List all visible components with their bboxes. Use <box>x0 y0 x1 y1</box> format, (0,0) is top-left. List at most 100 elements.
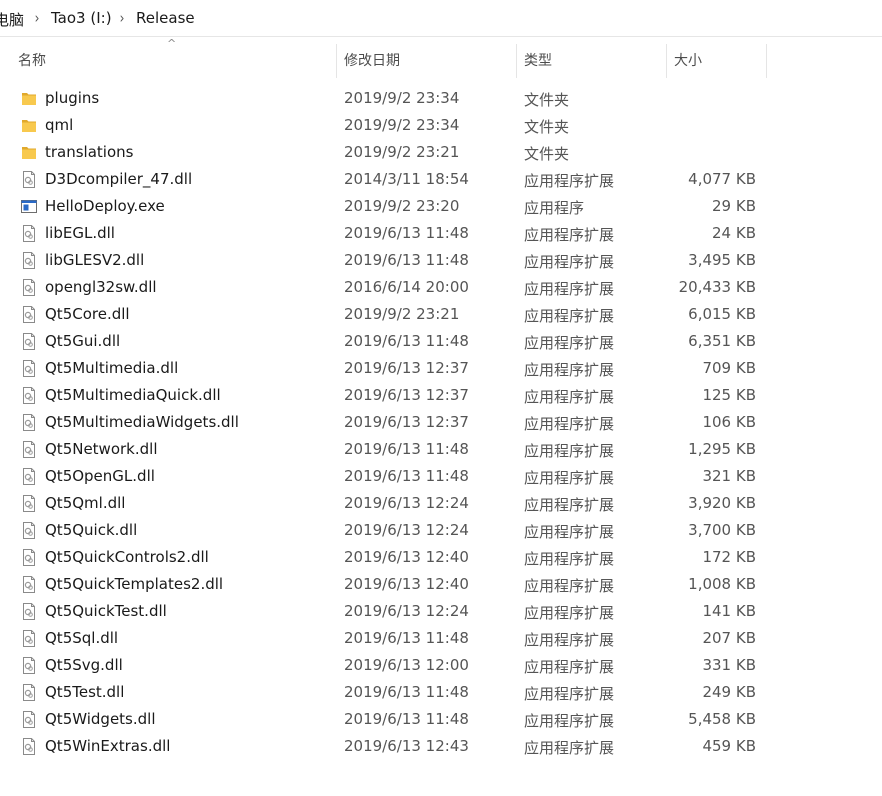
file-size: 459 KB <box>702 737 756 755</box>
file-name: HelloDeploy.exe <box>45 197 165 215</box>
file-row[interactable]: Qt5QuickTest.dll 2019/6/13 12:24 应用程序扩展 141… <box>0 598 882 625</box>
file-row[interactable]: libGLESV2.dll 2019/6/13 11:48 应用程序扩展 3,495 … <box>0 247 882 274</box>
file-name: plugins <box>45 89 100 107</box>
file-row[interactable]: Qt5MultimediaWidgets.dll 2019/6/13 12:37 应… <box>0 409 882 436</box>
file-row[interactable]: Qt5Core.dll 2019/9/2 23:21 应用程序扩展 6,015 KB <box>0 301 882 328</box>
file-row[interactable]: Qt5WinExtras.dll 2019/6/13 12:43 应用程序扩展 459… <box>0 733 882 760</box>
file-date: 2019/6/13 11:48 <box>344 710 469 728</box>
column-header-size[interactable]: 大小 <box>666 44 766 78</box>
file-row[interactable]: Qt5Widgets.dll 2019/6/13 11:48 应用程序扩展 5,458… <box>0 706 882 733</box>
dll-file-icon <box>21 549 37 566</box>
file-name: D3Dcompiler_47.dll <box>45 170 193 188</box>
file-size: 125 KB <box>702 386 756 404</box>
dll-file-icon <box>21 171 37 188</box>
file-size: 3,495 KB <box>688 251 756 269</box>
column-header-date[interactable]: 修改日期 <box>336 44 516 78</box>
file-date: 2019/6/13 11:48 <box>344 332 469 350</box>
file-type: 文件夹 <box>524 145 570 163</box>
dll-file-icon <box>21 684 37 701</box>
file-type: 应用程序扩展 <box>524 388 615 406</box>
file-type: 应用程序扩展 <box>524 739 615 757</box>
file-type: 应用程序扩展 <box>524 469 615 487</box>
file-date: 2019/6/13 12:37 <box>344 413 469 431</box>
file-row[interactable]: D3Dcompiler_47.dll 2014/3/11 18:54 应用程序扩展 4… <box>0 166 882 193</box>
file-type: 应用程序扩展 <box>524 334 615 352</box>
file-name: Qt5Gui.dll <box>45 332 121 350</box>
dll-file-icon <box>21 333 37 350</box>
file-row[interactable]: Qt5Svg.dll 2019/6/13 12:00 应用程序扩展 331 KB <box>0 652 882 679</box>
file-row[interactable]: qml 2019/9/2 23:34 文件夹 <box>0 112 882 139</box>
file-date: 2016/6/14 20:00 <box>344 278 469 296</box>
breadcrumb-item-release[interactable]: Release <box>136 9 195 27</box>
file-size: 20,433 KB <box>678 278 756 296</box>
file-name: Qt5Qml.dll <box>45 494 126 512</box>
file-row[interactable]: Qt5OpenGL.dll 2019/6/13 11:48 应用程序扩展 321 KB <box>0 463 882 490</box>
dll-file-icon <box>21 414 37 431</box>
file-name: translations <box>45 143 134 161</box>
file-type: 应用程序扩展 <box>524 442 615 460</box>
address-bar[interactable]: 电脑 › Tao3 (I:) › Release <box>0 0 882 37</box>
chevron-right-icon[interactable]: › <box>35 9 40 27</box>
file-size: 29 KB <box>712 197 756 215</box>
file-size: 1,295 KB <box>688 440 756 458</box>
file-size: 172 KB <box>702 548 756 566</box>
file-date: 2019/6/13 11:48 <box>344 251 469 269</box>
file-size: 321 KB <box>702 467 756 485</box>
dll-file-icon <box>21 657 37 674</box>
column-divider[interactable] <box>766 44 767 78</box>
dll-file-icon <box>21 495 37 512</box>
breadcrumb-item-computer[interactable]: 电脑 <box>0 9 24 30</box>
file-type: 应用程序扩展 <box>524 496 615 514</box>
file-date: 2019/6/13 11:48 <box>344 440 469 458</box>
file-row[interactable]: HelloDeploy.exe 2019/9/2 23:20 应用程序 29 KB <box>0 193 882 220</box>
file-row[interactable]: Qt5Network.dll 2019/6/13 11:48 应用程序扩展 1,295… <box>0 436 882 463</box>
file-type: 应用程序扩展 <box>524 604 615 622</box>
dll-file-icon <box>21 711 37 728</box>
breadcrumb-item-drive[interactable]: Tao3 (I:) <box>51 9 112 27</box>
file-type: 应用程序 <box>524 199 585 217</box>
file-date: 2019/6/13 12:43 <box>344 737 469 755</box>
dll-file-icon <box>21 441 37 458</box>
file-row[interactable]: opengl32sw.dll 2016/6/14 20:00 应用程序扩展 20,43… <box>0 274 882 301</box>
file-row[interactable]: Qt5MultimediaQuick.dll 2019/6/13 12:37 应用程… <box>0 382 882 409</box>
file-size: 24 KB <box>712 224 756 242</box>
file-row[interactable]: Qt5Gui.dll 2019/6/13 11:48 应用程序扩展 6,351 KB <box>0 328 882 355</box>
file-type: 应用程序扩展 <box>524 712 615 730</box>
file-date: 2019/6/13 12:24 <box>344 521 469 539</box>
file-size: 331 KB <box>702 656 756 674</box>
exe-file-icon <box>21 198 37 215</box>
file-row[interactable]: Qt5Quick.dll 2019/6/13 12:24 应用程序扩展 3,700 K… <box>0 517 882 544</box>
dll-file-icon <box>21 279 37 296</box>
file-row[interactable]: Qt5QuickTemplates2.dll 2019/6/13 12:40 应用程… <box>0 571 882 598</box>
file-size: 207 KB <box>702 629 756 647</box>
dll-file-icon <box>21 522 37 539</box>
file-name: Qt5WinExtras.dll <box>45 737 171 755</box>
file-row[interactable]: translations 2019/9/2 23:21 文件夹 <box>0 139 882 166</box>
file-row[interactable]: plugins 2019/9/2 23:34 文件夹 <box>0 85 882 112</box>
file-date: 2019/6/13 12:37 <box>344 359 469 377</box>
file-row[interactable]: Qt5Sql.dll 2019/6/13 11:48 应用程序扩展 207 KB <box>0 625 882 652</box>
dll-file-icon <box>21 360 37 377</box>
file-row[interactable]: Qt5QuickControls2.dll 2019/6/13 12:40 应用程序… <box>0 544 882 571</box>
file-row[interactable]: Qt5Multimedia.dll 2019/6/13 12:37 应用程序扩展 70… <box>0 355 882 382</box>
file-row[interactable]: Qt5Test.dll 2019/6/13 11:48 应用程序扩展 249 KB <box>0 679 882 706</box>
file-name: Qt5MultimediaQuick.dll <box>45 386 221 404</box>
file-name: libGLESV2.dll <box>45 251 145 269</box>
file-date: 2019/6/13 12:40 <box>344 548 469 566</box>
file-name: Qt5Widgets.dll <box>45 710 156 728</box>
file-name: Qt5Test.dll <box>45 683 125 701</box>
file-size: 3,920 KB <box>688 494 756 512</box>
folder-icon <box>21 90 37 107</box>
file-type: 文件夹 <box>524 118 570 136</box>
file-type: 应用程序扩展 <box>524 226 615 244</box>
file-type: 应用程序扩展 <box>524 550 615 568</box>
chevron-right-icon[interactable]: › <box>120 9 125 27</box>
dll-file-icon <box>21 630 37 647</box>
file-size: 249 KB <box>702 683 756 701</box>
column-header-name[interactable]: 名称 <box>10 44 336 78</box>
file-date: 2019/6/13 12:00 <box>344 656 469 674</box>
file-row[interactable]: Qt5Qml.dll 2019/6/13 12:24 应用程序扩展 3,920 KB <box>0 490 882 517</box>
column-header-type[interactable]: 类型 <box>516 44 666 78</box>
file-date: 2019/9/2 23:21 <box>344 143 460 161</box>
file-row[interactable]: libEGL.dll 2019/6/13 11:48 应用程序扩展 24 KB <box>0 220 882 247</box>
